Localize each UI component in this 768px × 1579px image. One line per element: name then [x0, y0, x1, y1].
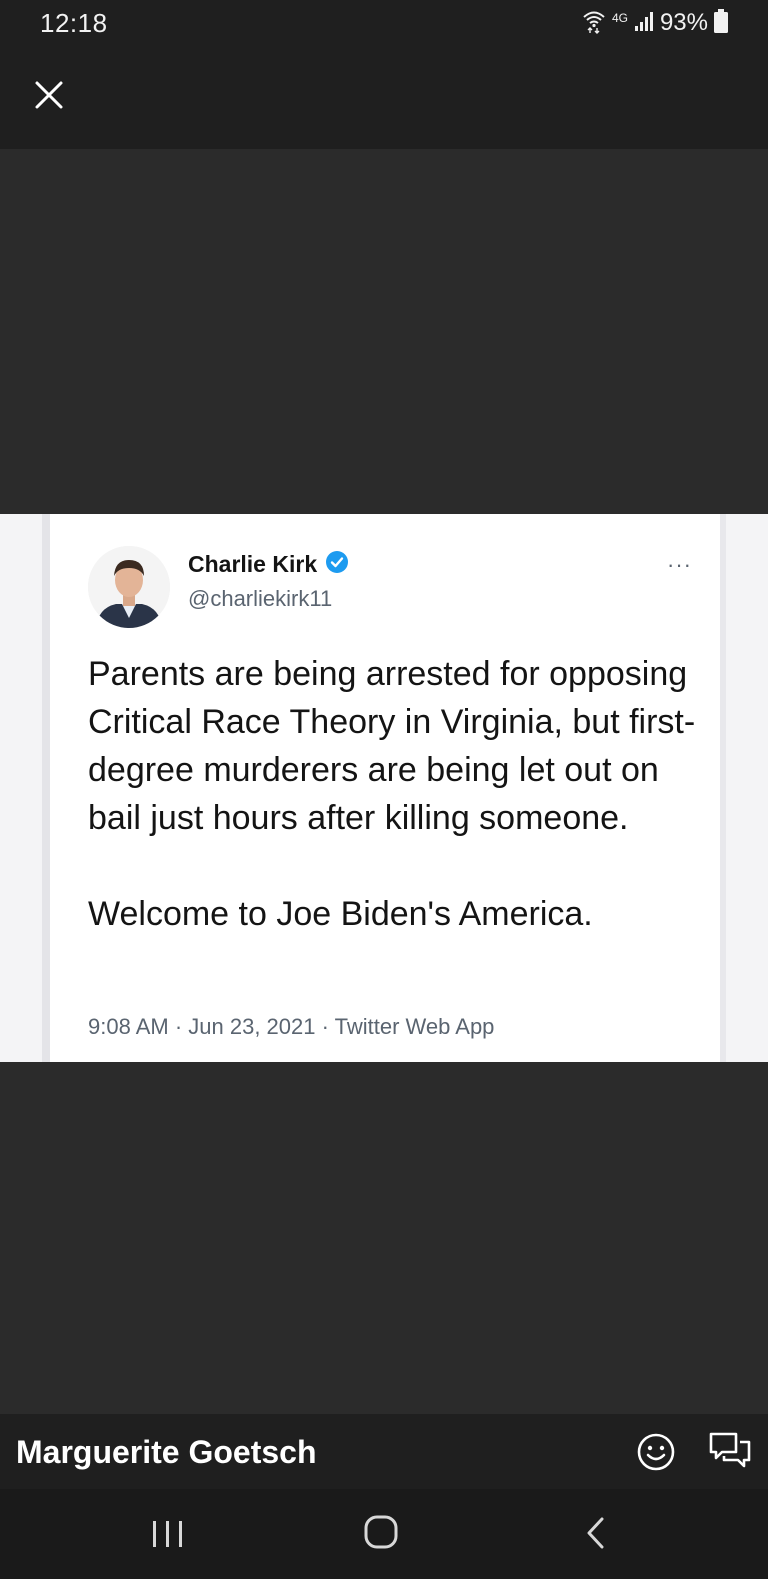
status-icons: 4G 93% [582, 8, 728, 38]
wifi-icon [582, 8, 606, 39]
author-handle[interactable]: @charliekirk11 [188, 586, 332, 612]
reaction-button[interactable] [636, 1432, 676, 1472]
back-icon [587, 1517, 604, 1549]
shared-image[interactable]: Charlie Kirk @charliekirk11 ··· Parents … [0, 514, 768, 1062]
viewer-top-bar [0, 48, 768, 149]
status-bar: 12:18 4G 93% [0, 0, 768, 48]
signal-icon [634, 10, 654, 37]
smiley-icon [637, 1433, 675, 1471]
network-type-label: 4G [611, 11, 628, 25]
verified-badge-icon [325, 550, 349, 579]
comment-bubbles-icon [709, 1432, 751, 1468]
recents-button[interactable] [148, 1517, 188, 1551]
tweet-text: Parents are being arrested for opposing … [88, 650, 708, 938]
tweet-card: Charlie Kirk @charliekirk11 ··· Parents … [42, 514, 726, 1062]
tweet-text-paragraph: Parents are being arrested for opposing … [88, 655, 696, 837]
author-name[interactable]: Charlie Kirk [188, 551, 317, 578]
author-name-row: Charlie Kirk [188, 550, 349, 579]
home-icon [364, 1515, 398, 1549]
comment-button[interactable] [708, 1430, 752, 1472]
avatar [88, 546, 170, 628]
back-button[interactable] [582, 1515, 610, 1551]
poster-name[interactable]: Marguerite Goetsch [16, 1432, 317, 1472]
close-icon [35, 81, 63, 109]
tweet-text-paragraph: Welcome to Joe Biden's America. [88, 895, 593, 933]
home-button[interactable] [362, 1513, 400, 1551]
status-time: 12:18 [40, 8, 108, 38]
battery-icon [714, 8, 728, 38]
battery-percent: 93% [659, 9, 708, 36]
photo-viewer-screen: 12:18 4G 93% Charlie Kirk @charliekirk11… [0, 0, 768, 1579]
close-button[interactable] [26, 72, 72, 118]
more-options-icon[interactable]: ··· [667, 552, 692, 578]
recents-icon [153, 1521, 182, 1547]
system-nav-bar [0, 1489, 768, 1579]
tweet-timestamp: 9:08 AM · Jun 23, 2021 · Twitter Web App [88, 1014, 495, 1039]
viewer-bottom-bar: Marguerite Goetsch [0, 1414, 768, 1489]
